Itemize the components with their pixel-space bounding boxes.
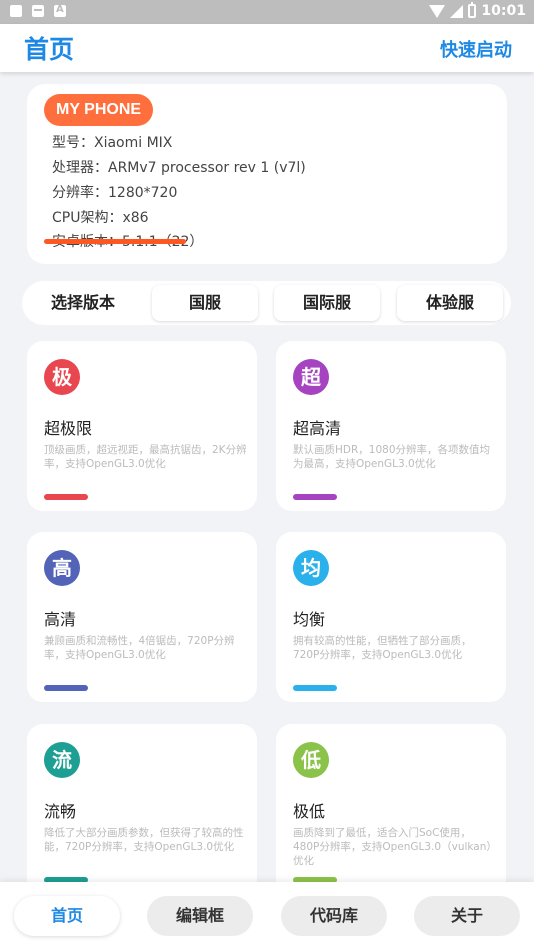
extreme-icon: 极: [44, 359, 80, 395]
wifi-icon: [429, 4, 446, 18]
accent-underline: [44, 239, 186, 244]
mode-name: 超高清: [293, 419, 342, 438]
mode-desc: 默认画质HDR，1080分辨率，各项数值均为最高，支持OpenGL3.0优化: [293, 444, 490, 470]
my-phone-badge: MY PHONE: [44, 94, 154, 126]
nav-editor[interactable]: 编辑框: [147, 896, 253, 936]
phone-cpu-arch: CPU架构：x86: [52, 210, 149, 226]
mode-color-bar: [44, 685, 88, 691]
mode-name: 超极限: [44, 419, 93, 438]
phone-info-card: MY PHONE 型号：Xiaomi MIX 处理器：ARMv7 process…: [27, 84, 507, 264]
phone-processor: 处理器：ARMv7 processor rev 1 (v7l): [52, 160, 306, 176]
server-beta-button[interactable]: 体验服: [397, 285, 503, 321]
mode-color-bar: [44, 494, 88, 500]
mode-name: 流畅: [44, 802, 77, 821]
mode-desc: 拥有较高的性能，但牺牲了部分画质，720P分辨率，支持OpenGL3.0优化: [293, 635, 472, 661]
mode-card-ultra-extreme[interactable]: 极 超极限 顶级画质，超远视距，最高抗锯齿，2K分辨率，支持OpenGL3.0优…: [27, 341, 257, 511]
phone-resolution: 分辨率：1280*720: [52, 185, 178, 201]
battery-icon: [468, 2, 477, 18]
version-selector: 选择版本 国服 国际服 体验服: [22, 281, 511, 325]
app-bar: 首页 快速启动: [0, 24, 534, 72]
balanced-icon: 均: [293, 550, 329, 586]
version-selector-label: 选择版本: [50, 293, 115, 312]
mode-desc: 画质降到了最低，适合入门SoC使用，480P分辨率，支持OpenGL3.0（vu…: [293, 827, 497, 867]
nav-home[interactable]: 首页: [14, 896, 120, 936]
signal-icon: [450, 4, 464, 18]
nav-code-library[interactable]: 代码库: [281, 896, 387, 936]
status-time: 10:01: [481, 3, 526, 19]
mode-card-smooth[interactable]: 流 流畅 降低了大部分画质参数，但获得了较高的性能，720P分辨率，支持Open…: [27, 724, 257, 894]
high-icon: 高: [44, 550, 80, 586]
low-icon: 低: [293, 742, 329, 778]
ultra-icon: 超: [293, 359, 329, 395]
server-global-button[interactable]: 国际服: [274, 285, 380, 321]
mode-name: 均衡: [293, 610, 326, 629]
status-bar: 10:01: [0, 0, 534, 24]
phone-model: 型号：Xiaomi MIX: [52, 135, 173, 151]
mode-color-bar: [293, 685, 337, 691]
nav-about[interactable]: 关于: [414, 896, 520, 936]
mode-desc: 降低了大部分画质参数，但获得了较高的性能，720P分辨率，支持OpenGL3.0…: [44, 827, 244, 853]
mode-card-balanced[interactable]: 均 均衡 拥有较高的性能，但牺牲了部分画质，720P分辨率，支持OpenGL3.…: [276, 532, 506, 702]
server-cn-button[interactable]: 国服: [152, 285, 258, 321]
quick-launch-button[interactable]: 快速启动: [440, 36, 512, 62]
notification-icons: [10, 4, 66, 17]
mode-color-bar: [293, 494, 337, 500]
mode-name: 高清: [44, 610, 77, 629]
mode-name: 极低: [293, 802, 326, 821]
mode-desc: 兼顾画质和流畅性，4倍锯齿，720P分辨率，支持OpenGL3.0优化: [44, 635, 235, 661]
page-title: 首页: [24, 35, 75, 64]
mode-desc: 顶级画质，超远视距，最高抗锯齿，2K分辨率，支持OpenGL3.0优化: [44, 444, 247, 470]
smooth-icon: 流: [44, 742, 80, 778]
bottom-nav: 首页 编辑框 代码库 关于: [0, 882, 534, 950]
system-icons: 10:01: [429, 2, 526, 19]
message-notification-icon: [32, 5, 44, 17]
mode-card-ultra-hd[interactable]: 超 超高清 默认画质HDR，1080分辨率，各项数值均为最高，支持OpenGL3…: [276, 341, 506, 511]
font-notification-icon: [54, 4, 66, 17]
app-notification-icon: [10, 5, 22, 17]
mode-card-hd[interactable]: 高 高清 兼顾画质和流畅性，4倍锯齿，720P分辨率，支持OpenGL3.0优化: [27, 532, 257, 702]
mode-card-very-low[interactable]: 低 极低 画质降到了最低，适合入门SoC使用，480P分辨率，支持OpenGL3…: [276, 724, 506, 894]
